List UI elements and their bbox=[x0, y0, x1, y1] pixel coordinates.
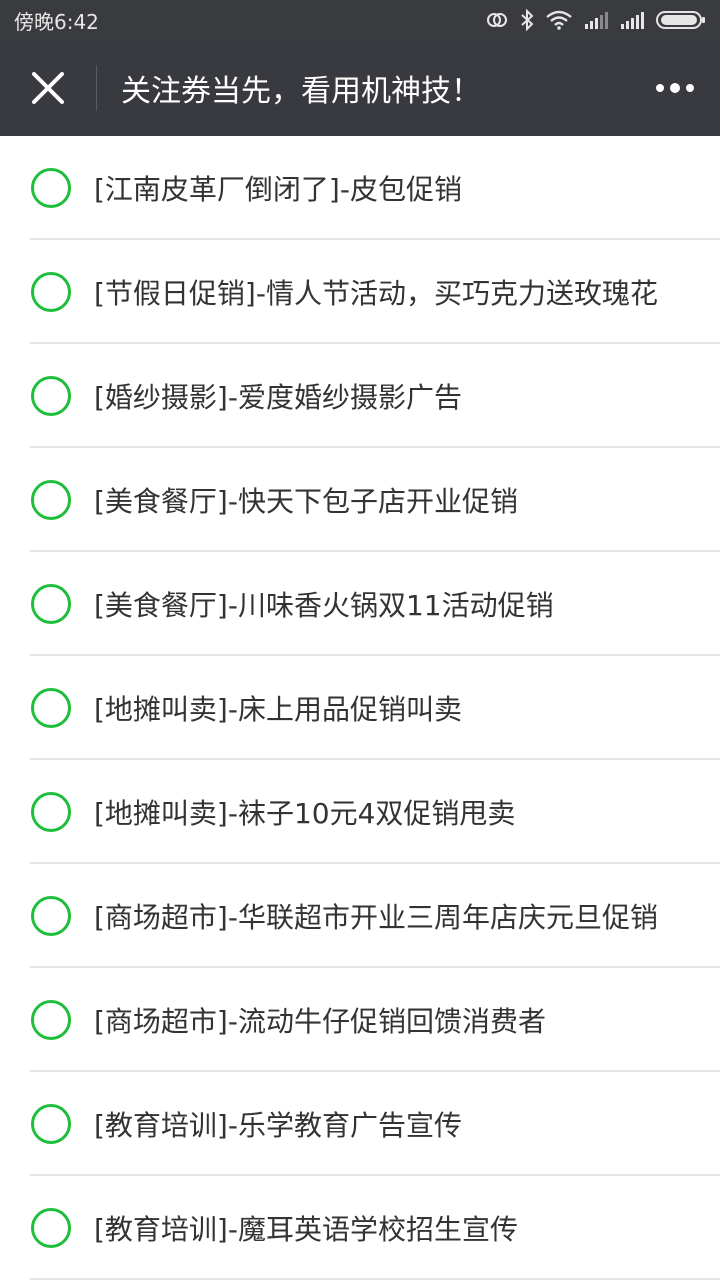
list-item-label: [婚纱摄影]-爱度婚纱摄影广告 bbox=[94, 381, 462, 414]
battery-icon bbox=[656, 11, 705, 29]
list-item-label: [江南皮革厂倒闭了]-皮包促销 bbox=[94, 173, 462, 206]
radio-button[interactable] bbox=[31, 688, 71, 728]
status-bar: 傍晚6:42 bbox=[0, 0, 720, 40]
close-icon bbox=[32, 72, 64, 104]
signal-icon bbox=[585, 12, 608, 29]
list-item[interactable]: [地摊叫卖]-床上用品促销叫卖 bbox=[0, 656, 720, 760]
wifi-icon bbox=[546, 10, 572, 30]
list-item[interactable]: [教育培训]-魔耳英语学校招生宣传 bbox=[0, 1176, 720, 1280]
bluetooth-icon bbox=[521, 9, 534, 31]
link-icon bbox=[487, 13, 507, 27]
list-item-label: [节假日促销]-情人节活动，买巧克力送玫瑰花 bbox=[94, 277, 658, 310]
radio-button[interactable] bbox=[31, 1000, 71, 1040]
radio-button[interactable] bbox=[31, 376, 71, 416]
more-button[interactable] bbox=[630, 40, 720, 136]
list-item[interactable]: [美食餐厅]-快天下包子店开业促销 bbox=[0, 448, 720, 552]
list-item-label: [地摊叫卖]-床上用品促销叫卖 bbox=[94, 693, 462, 726]
list-item[interactable]: [地摊叫卖]-袜子10元4双促销甩卖 bbox=[0, 760, 720, 864]
list-item[interactable]: [婚纱摄影]-爱度婚纱摄影广告 bbox=[0, 344, 720, 448]
list-item-label: [美食餐厅]-川味香火锅双11活动促销 bbox=[94, 589, 554, 622]
status-icons bbox=[486, 9, 706, 31]
radio-button[interactable] bbox=[31, 792, 71, 832]
radio-button[interactable] bbox=[31, 272, 71, 312]
more-icon bbox=[656, 83, 694, 93]
close-button[interactable] bbox=[0, 40, 96, 136]
signal-icon bbox=[621, 12, 644, 29]
list-item[interactable]: [江南皮革厂倒闭了]-皮包促销 bbox=[0, 136, 720, 240]
list-item-label: [商场超市]-华联超市开业三周年店庆元旦促销 bbox=[94, 901, 658, 934]
list-item-label: [教育培训]-乐学教育广告宣传 bbox=[94, 1109, 462, 1142]
list-item-label: [教育培训]-魔耳英语学校招生宣传 bbox=[94, 1213, 518, 1246]
list-item[interactable]: [商场超市]-流动牛仔促销回馈消费者 bbox=[0, 968, 720, 1072]
list-item-label: [地摊叫卖]-袜子10元4双促销甩卖 bbox=[94, 797, 516, 830]
radio-button[interactable] bbox=[31, 168, 71, 208]
list-item[interactable]: [美食餐厅]-川味香火锅双11活动促销 bbox=[0, 552, 720, 656]
list-item-label: [美食餐厅]-快天下包子店开业促销 bbox=[94, 485, 518, 518]
option-list: [江南皮革厂倒闭了]-皮包促销 [节假日促销]-情人节活动，买巧克力送玫瑰花 [… bbox=[0, 136, 720, 1280]
list-item[interactable]: [节假日促销]-情人节活动，买巧克力送玫瑰花 bbox=[0, 240, 720, 344]
radio-button[interactable] bbox=[31, 584, 71, 624]
radio-button[interactable] bbox=[31, 896, 71, 936]
list-item[interactable]: [教育培训]-乐学教育广告宣传 bbox=[0, 1072, 720, 1176]
radio-button[interactable] bbox=[31, 1104, 71, 1144]
page-title: 关注券当先，看用机神技！ bbox=[121, 74, 481, 109]
list-item[interactable]: [商场超市]-华联超市开业三周年店庆元旦促销 bbox=[0, 864, 720, 968]
list-item-label: [商场超市]-流动牛仔促销回馈消费者 bbox=[94, 1005, 546, 1038]
radio-button[interactable] bbox=[31, 1208, 71, 1248]
nav-divider bbox=[96, 65, 97, 111]
radio-button[interactable] bbox=[31, 480, 71, 520]
status-time: 傍晚6:42 bbox=[14, 9, 99, 34]
nav-bar: 关注券当先，看用机神技！ bbox=[0, 40, 720, 136]
